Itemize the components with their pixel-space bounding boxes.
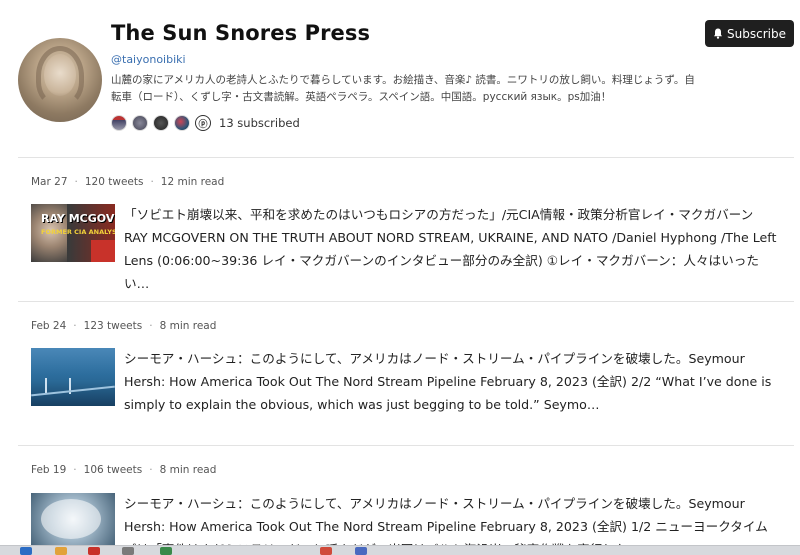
post-read-time: 12 min read [160, 176, 225, 188]
post-date: Mar 27 [31, 176, 68, 188]
post-item[interactable]: Feb 19 · 106 tweets · 8 min read シーモア・ハーシュ：こ… [0, 446, 800, 551]
subscribers-row[interactable]: ⓟ 13 subscribed [111, 114, 300, 132]
post-thumbnail[interactable]: RAY MCGOVE FORMER CIA ANALYST [31, 204, 115, 262]
separator-dot: · [149, 320, 153, 332]
post-date: Feb 24 [31, 320, 67, 332]
bell-icon [714, 28, 723, 39]
taskbar [0, 545, 800, 555]
post-tweet-count: 123 tweets [83, 320, 143, 332]
separator-dot: · [150, 176, 154, 188]
post-tweet-count: 106 tweets [83, 464, 143, 476]
thumbnail-caption: RAY MCGOVE [41, 212, 115, 225]
post-tweet-count: 120 tweets [84, 176, 144, 188]
separator-dot: · [149, 464, 153, 476]
subscriber-avatar[interactable]: ⓟ [195, 115, 211, 131]
thumbnail-subcaption: FORMER CIA ANALYST [41, 228, 115, 236]
subscribe-button-label: Subscribe [727, 26, 786, 41]
subscriber-avatar[interactable] [132, 115, 148, 131]
thumbnail-accent [91, 240, 115, 262]
taskbar-app-icon[interactable] [88, 547, 100, 555]
post-thumbnail[interactable] [31, 493, 115, 551]
thumbnail-foam [41, 499, 101, 539]
post-meta: Feb 19 · 106 tweets · 8 min read [31, 464, 216, 476]
subscriber-avatar-badge: ⓟ [198, 119, 208, 130]
taskbar-app-icon[interactable] [320, 547, 332, 555]
taskbar-app-icon[interactable] [122, 547, 134, 555]
post-thumbnail[interactable] [31, 348, 115, 406]
separator-dot: · [73, 320, 77, 332]
subscriber-avatar[interactable] [174, 115, 190, 131]
publication-bio: 山麓の家にアメリカ人の老詩人とふたりで暮らしています。お絵描き、音楽♪ 読書。ニ… [111, 74, 695, 103]
separator-dot: · [73, 464, 77, 476]
subscriber-avatar[interactable] [153, 115, 169, 131]
taskbar-app-icon[interactable] [355, 547, 367, 555]
post-date: Feb 19 [31, 464, 67, 476]
taskbar-app-icon[interactable] [160, 547, 172, 555]
subscribed-count: 13 subscribed [219, 116, 300, 130]
post-item[interactable]: Mar 27 · 120 tweets · 12 min read RAY MCGOVE… [0, 158, 800, 301]
subscribe-button[interactable]: Subscribe [705, 20, 794, 47]
post-excerpt[interactable]: 「ソビエト崩壊以来、平和を求めたのはいつもロシアの方だった」/元CIA情報・政策… [124, 203, 780, 295]
post-meta: Mar 27 · 120 tweets · 12 min read [31, 176, 224, 188]
publication-title[interactable]: The Sun Snores Press [111, 21, 370, 45]
taskbar-app-icon[interactable] [20, 547, 32, 555]
post-excerpt[interactable]: シーモア・ハーシュ：このようにして、アメリカはノード・ストリーム・パイプラインを… [124, 492, 780, 545]
post-read-time: 8 min read [159, 464, 217, 476]
publication-handle[interactable]: @taiyonoibiki [111, 53, 186, 66]
post-meta: Feb 24 · 123 tweets · 8 min read [31, 320, 216, 332]
thumbnail-pipe [45, 378, 47, 394]
publication-avatar[interactable] [18, 38, 102, 122]
separator-dot: · [74, 176, 78, 188]
post-excerpt[interactable]: シーモア・ハーシュ：このようにして、アメリカはノード・ストリーム・パイプラインを… [124, 347, 780, 416]
avatar-face [44, 54, 76, 96]
post-read-time: 8 min read [159, 320, 217, 332]
taskbar-app-icon[interactable] [55, 547, 67, 555]
post-item[interactable]: Feb 24 · 123 tweets · 8 min read シーモア・ハーシュ：こ… [0, 302, 800, 445]
publication-header: The Sun Snores Press @taiyonoibiki 山麓の家に… [0, 0, 800, 158]
subscriber-avatar[interactable] [111, 115, 127, 131]
